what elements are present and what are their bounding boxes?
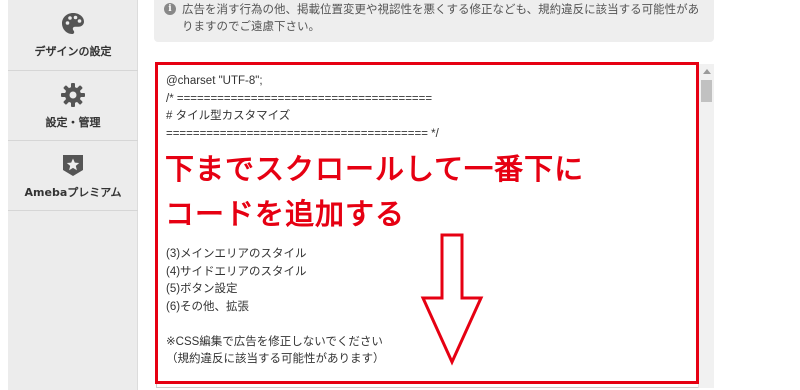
- gear-icon: [61, 82, 85, 107]
- css-code-top: @charset "UTF-8"; /* ===================…: [166, 75, 439, 140]
- sidebar-item-label: デザインの設定: [34, 45, 112, 58]
- notice-text-line-1: 広告を消す行為の他、掲載位置変更や視認性を悪くする修正なども、規約違反に該当する…: [182, 2, 700, 16]
- sidebar-item-ameba-premium[interactable]: Amebaプレミアム: [8, 141, 138, 211]
- palette-icon: [62, 13, 84, 34]
- scroll-thumb[interactable]: [701, 80, 712, 102]
- scroll-up-arrow-icon[interactable]: [699, 64, 714, 78]
- annotation-text-line-1: 下までスクロールして一番下に: [165, 152, 585, 186]
- notice-text-line-2: りますのでご遠慮下さい。: [182, 19, 320, 33]
- star-badge-icon: [63, 154, 83, 176]
- sidebar-item-design-settings[interactable]: デザインの設定: [8, 0, 138, 71]
- sidebar-item-label: 設定・管理: [45, 115, 101, 129]
- editor-scrollbar[interactable]: [698, 64, 714, 388]
- info-icon: i: [164, 3, 176, 15]
- sidebar: デザインの設定 設定・管理 Amebaプレミアム: [8, 0, 138, 390]
- down-arrow-icon: [420, 233, 484, 366]
- annotation-text-line-2: コードを追加する: [165, 197, 406, 231]
- sidebar-item-label: Amebaプレミアム: [24, 185, 122, 199]
- notice-box: i 広告を消す行為の他、掲載位置変更や視認性を悪くする修正なども、規約違反に該当…: [154, 0, 714, 42]
- sidebar-item-settings-management[interactable]: 設定・管理: [8, 71, 138, 141]
- page-background-right: [714, 0, 800, 390]
- css-code-comment: (3)メインエリアのスタイル (4)サイドエリアのスタイル (5)ボタン設定 (…: [166, 248, 385, 365]
